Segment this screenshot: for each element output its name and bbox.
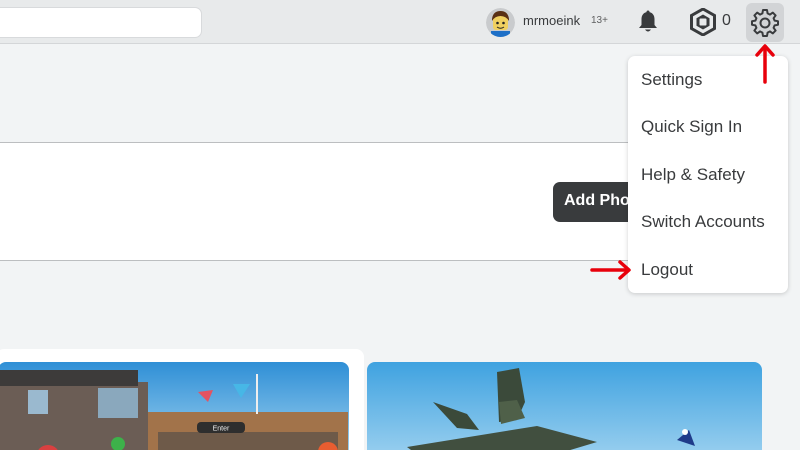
enter-sign: Enter	[213, 426, 230, 433]
settings-dropdown-menu: Settings Quick Sign In Help & Safety Swi…	[628, 56, 788, 293]
robux-count[interactable]: 0	[722, 12, 731, 30]
search-input[interactable]	[0, 7, 202, 38]
username[interactable]: mrmoeink	[523, 13, 580, 28]
menu-item-help-safety[interactable]: Help & Safety	[641, 165, 745, 185]
gear-icon	[751, 9, 779, 37]
settings-button[interactable]	[746, 3, 784, 42]
arrow-up-annotation-icon	[755, 44, 775, 84]
top-navigation-bar: mrmoeink 13+ 0	[0, 0, 800, 44]
bell-icon[interactable]	[635, 9, 661, 35]
age-badge: 13+	[591, 15, 608, 26]
arrow-right-annotation-icon	[590, 260, 631, 280]
avatar-icon[interactable]	[486, 8, 515, 37]
robux-icon[interactable]	[689, 7, 717, 37]
game-thumbnail-obby[interactable]: Enter	[0, 362, 349, 450]
menu-item-logout[interactable]: Logout	[641, 260, 693, 280]
game-thumbnail-plane[interactable]	[367, 362, 762, 450]
menu-item-settings[interactable]: Settings	[641, 70, 702, 90]
menu-item-switch-accounts[interactable]: Switch Accounts	[641, 212, 765, 232]
menu-item-quick-sign-in[interactable]: Quick Sign In	[641, 117, 742, 137]
